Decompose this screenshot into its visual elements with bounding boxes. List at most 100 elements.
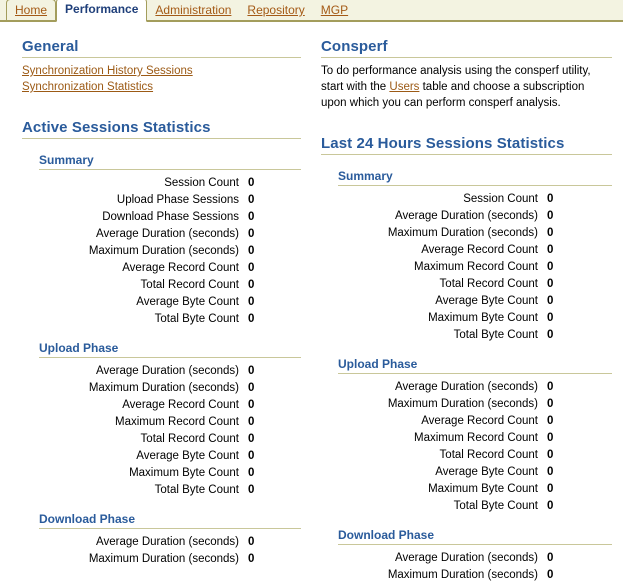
stat-value: 0: [248, 312, 255, 325]
stat-value: 0: [547, 311, 554, 324]
stat-row: Average Byte Count 0: [39, 293, 316, 310]
stat-value: 0: [248, 552, 255, 565]
stat-label: Maximum Duration (seconds): [387, 397, 538, 410]
last-24-hours-group-heading-summary: Summary: [338, 169, 612, 186]
main-tab-bar: Home Performance Administration Repository M…: [0, 0, 623, 22]
tab-repository[interactable]: Repository: [239, 0, 312, 20]
stat-label: Maximum Duration (seconds): [88, 244, 239, 257]
stat-row: Session Count 0: [39, 174, 316, 191]
general-link-synchronization-history-sessions[interactable]: Synchronization History Sessions: [22, 63, 301, 79]
stat-label: Average Byte Count: [435, 465, 538, 478]
stat-value: 0: [547, 209, 554, 222]
last-24-hours-stats-table-summary: Session Count 0 Average Duration (seconds)…: [338, 190, 615, 343]
last-24-hours-heading: Last 24 Hours Sessions Statistics: [321, 135, 612, 155]
stat-value: 0: [547, 414, 554, 427]
left-column: General Synchronization History Sessions…: [0, 22, 311, 583]
active-sessions-stats-table-upload-phase: Average Duration (seconds) 0 Maximum Durat…: [39, 362, 316, 498]
tab-administration[interactable]: Administration: [147, 0, 239, 20]
stat-row: Average Record Count 0: [39, 259, 316, 276]
active-sessions-groups: Summary Session Count 0 Upload Phase Sessio…: [22, 153, 301, 567]
stat-label: Average Duration (seconds): [96, 364, 239, 377]
last-24-hours-group-heading-upload-phase: Upload Phase: [338, 357, 612, 374]
stat-label: Total Byte Count: [154, 483, 239, 496]
last-24-hours-group-heading-download-phase: Download Phase: [338, 528, 612, 545]
stat-label: Session Count: [164, 176, 239, 189]
stat-value: 0: [248, 295, 255, 308]
stat-label: Session Count: [463, 192, 538, 205]
stat-row: Maximum Record Count 0: [338, 258, 615, 275]
active-sessions-stats-table-summary: Session Count 0 Upload Phase Sessions 0 Down…: [39, 174, 316, 327]
stat-value: 0: [547, 465, 554, 478]
stat-value: 0: [547, 243, 554, 256]
stat-row: Upload Phase Sessions 0: [39, 191, 316, 208]
last-24-hours-groups: Summary Session Count 0 Average Duration (s…: [321, 169, 612, 583]
stat-label: Maximum Duration (seconds): [88, 381, 239, 394]
stat-row: Download Phase Sessions 0: [39, 208, 316, 225]
stat-label: Maximum Record Count: [414, 260, 538, 273]
stat-row: Total Record Count 0: [338, 446, 615, 463]
stat-row: Maximum Record Count 0: [39, 413, 316, 430]
stat-label: Maximum Byte Count: [129, 466, 239, 479]
active-sessions-group-heading-upload-phase: Upload Phase: [39, 341, 301, 358]
users-table-link[interactable]: Users: [389, 81, 419, 93]
stat-value: 0: [547, 397, 554, 410]
stat-value: 0: [248, 381, 255, 394]
active-sessions-heading: Active Sessions Statistics: [22, 119, 301, 139]
stat-label: Total Record Count: [439, 448, 538, 461]
stat-label: Average Duration (seconds): [395, 209, 538, 222]
stat-label: Total Byte Count: [453, 499, 538, 512]
general-link-synchronization-statistics[interactable]: Synchronization Statistics: [22, 79, 301, 95]
stat-row: Maximum Byte Count 0: [39, 464, 316, 481]
stat-row: Average Duration (seconds) 0: [338, 378, 615, 395]
stat-value: 0: [547, 277, 554, 290]
stat-value: 0: [248, 210, 255, 223]
stat-value: 0: [248, 466, 255, 479]
stat-row: Maximum Record Count 0: [338, 429, 615, 446]
stat-row: Average Duration (seconds) 0: [338, 549, 615, 566]
stat-row: Total Byte Count 0: [338, 497, 615, 514]
stat-value: 0: [248, 432, 255, 445]
tab-mgp[interactable]: MGP: [313, 0, 356, 20]
stat-row: Maximum Duration (seconds) 0: [39, 379, 316, 396]
stat-label: Maximum Duration (seconds): [387, 226, 538, 239]
consperf-description: To do performance analysis using the con…: [321, 63, 606, 111]
stat-row: Average Record Count 0: [338, 412, 615, 429]
stat-value: 0: [248, 398, 255, 411]
stat-value: 0: [547, 499, 554, 512]
stat-label: Average Record Count: [122, 261, 239, 274]
two-column-layout: General Synchronization History Sessions…: [0, 22, 623, 583]
stat-row: Total Record Count 0: [39, 276, 316, 293]
last-24-hours-stats-table-upload-phase: Average Duration (seconds) 0 Maximum Durat…: [338, 378, 615, 514]
tab-home[interactable]: Home: [6, 0, 57, 20]
stat-value: 0: [547, 260, 554, 273]
stat-label: Maximum Byte Count: [428, 482, 538, 495]
stat-label: Average Record Count: [421, 243, 538, 256]
page-content: General Synchronization History Sessions…: [0, 22, 623, 583]
stat-value: 0: [547, 380, 554, 393]
stat-row: Maximum Duration (seconds) 0: [39, 550, 316, 567]
stat-label: Average Duration (seconds): [96, 535, 239, 548]
tab-performance[interactable]: Performance: [56, 0, 148, 22]
active-sessions-group-heading-download-phase: Download Phase: [39, 512, 301, 529]
stat-label: Total Record Count: [439, 277, 538, 290]
stat-row: Session Count 0: [338, 190, 615, 207]
stat-value: 0: [547, 294, 554, 307]
stat-row: Total Byte Count 0: [39, 481, 316, 498]
stat-row: Average Duration (seconds) 0: [39, 362, 316, 379]
stat-value: 0: [248, 278, 255, 291]
stat-label: Total Record Count: [140, 278, 239, 291]
general-heading: General: [22, 38, 301, 58]
stat-label: Average Byte Count: [136, 295, 239, 308]
stat-label: Total Byte Count: [453, 328, 538, 341]
stat-value: 0: [248, 535, 255, 548]
stat-row: Maximum Byte Count 0: [338, 309, 615, 326]
stat-value: 0: [547, 192, 554, 205]
stat-value: 0: [547, 431, 554, 444]
stat-value: 0: [248, 227, 255, 240]
stat-row: Total Record Count 0: [39, 430, 316, 447]
stat-label: Maximum Record Count: [414, 431, 538, 444]
stat-value: 0: [248, 449, 255, 462]
stat-value: 0: [248, 176, 255, 189]
stat-label: Average Duration (seconds): [96, 227, 239, 240]
general-link-list: Synchronization History Sessions Synchron…: [22, 63, 301, 95]
